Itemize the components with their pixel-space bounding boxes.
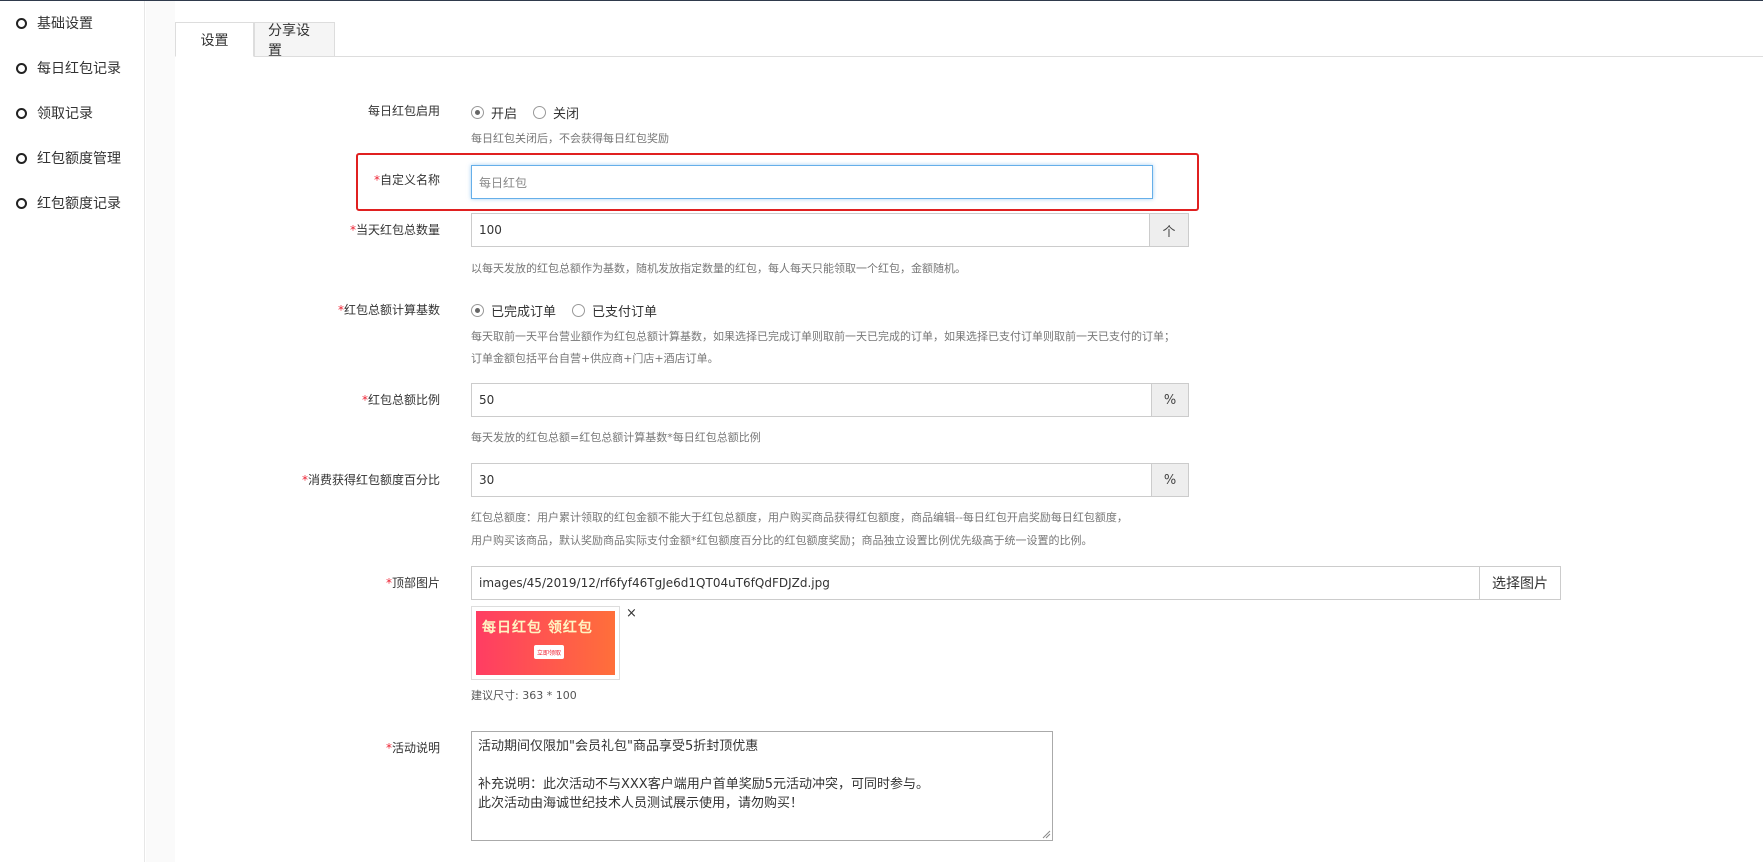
image-size-hint: 建议尺寸: 363 * 100 [471, 689, 577, 702]
consume-ratio-label: *消费获得红包额度百分比 [301, 473, 440, 487]
banner-text: 每日红包 领红包 [482, 620, 593, 636]
tabs-divider [175, 56, 1763, 57]
enable-off-label: 关闭 [553, 107, 580, 122]
top-image-label: *顶部图片 [385, 576, 440, 590]
total-count-input[interactable]: 100 [471, 213, 1150, 247]
tab-share-settings[interactable]: 分享设置 [254, 22, 335, 59]
consume-ratio-input[interactable]: 30 [471, 463, 1152, 497]
paid-order-label: 已支付订单 [592, 305, 658, 320]
consume-ratio-value: 30 [479, 473, 495, 487]
sidebar-item-label: 红包额度管理 [37, 151, 121, 167]
banner-image: 每日红包 领红包 立即领取 [476, 611, 615, 675]
tab-bar: 设置 分享设置 [175, 22, 335, 59]
enable-label: 每日红包启用 [367, 104, 440, 118]
total-count-help: 以每天发放的红包总额作为基数，随机发放指定数量的红包，每人每天只能领取一个红包，… [471, 262, 966, 275]
calc-base-help-1: 每天取前一天平台营业额作为红包总额计算基数，如果选择已完成订单则取前一天已完成的… [471, 330, 1175, 343]
custom-name-placeholder: 每日红包 [479, 175, 528, 190]
sidebar-item-quota-records[interactable]: 红包额度记录 [16, 192, 121, 214]
remove-image-icon[interactable]: × [626, 606, 637, 621]
calc-base-radio-group: 已完成订单 已支付订单 [471, 301, 673, 320]
top-image-thumbnail: 每日红包 领红包 立即领取 [471, 606, 620, 680]
sidebar-item-label: 红包额度记录 [37, 196, 121, 212]
circle-icon [16, 152, 27, 164]
circle-icon [16, 197, 27, 209]
description-label: *活动说明 [385, 741, 440, 755]
total-count-value: 100 [479, 223, 502, 237]
sidebar-item-basic-settings[interactable]: 基础设置 [16, 12, 93, 34]
ratio-input[interactable]: 50 [471, 383, 1152, 417]
custom-name-input[interactable]: 每日红包 [471, 165, 1153, 199]
consume-ratio-percent-addon: % [1151, 463, 1189, 497]
enable-radio-group: 开启 关闭 [471, 103, 595, 122]
banner-button: 立即领取 [534, 645, 564, 659]
ratio-value: 50 [479, 393, 495, 407]
completed-order-label: 已完成订单 [491, 305, 557, 320]
total-count-label: *当天红包总数量 [349, 223, 440, 237]
top-image-path-input[interactable]: images/45/2019/12/rf6fyf46TgJe6d1QT04uT6… [471, 566, 1480, 600]
enable-on-radio[interactable] [471, 106, 484, 119]
tab-settings[interactable]: 设置 [175, 22, 254, 57]
resize-handle-icon[interactable] [1042, 830, 1051, 839]
sidebar-item-label: 每日红包记录 [37, 61, 121, 77]
ratio-help: 每天发放的红包总额=红包总额计算基数*每日红包总额比例 [471, 431, 761, 444]
enable-on-label: 开启 [491, 107, 518, 122]
calc-base-label: *红包总额计算基数 [337, 303, 440, 317]
circle-icon [16, 17, 27, 29]
consume-ratio-help-2: 用户购买该商品，默认奖励商品实际支付金额*红包额度百分比的红包额度奖励；商品独立… [471, 534, 1093, 547]
circle-icon [16, 107, 27, 119]
sidebar-item-daily-records[interactable]: 每日红包记录 [16, 57, 121, 79]
consume-ratio-help-1: 红包总额度：用户累计领取的红包金额不能大于红包总额度，用户购买商品获得红包额度，… [471, 511, 1128, 524]
select-image-button[interactable]: 选择图片 [1479, 566, 1561, 600]
description-textarea[interactable]: 活动期间仅限加"会员礼包"商品享受5折封顶优惠 补充说明：此次活动不与XXX客户… [471, 731, 1053, 841]
circle-icon [16, 62, 27, 74]
top-image-path-value: images/45/2019/12/rf6fyf46TgJe6d1QT04uT6… [479, 576, 830, 590]
sidebar-item-claim-records[interactable]: 领取记录 [16, 102, 93, 124]
ratio-label: *红包总额比例 [361, 393, 440, 407]
paid-order-radio[interactable] [572, 304, 586, 317]
sidebar-item-label: 领取记录 [37, 106, 93, 122]
custom-name-label: *自定义名称 [373, 173, 440, 187]
sidebar: 基础设置 每日红包记录 领取记录 红包额度管理 红包额度记录 [0, 1, 145, 862]
sidebar-item-label: 基础设置 [37, 16, 93, 32]
sidebar-item-quota-management[interactable]: 红包额度管理 [16, 147, 121, 169]
calc-base-help-2: 订单金额包括平台自营+供应商+门店+酒店订单。 [471, 352, 719, 365]
completed-order-radio[interactable] [471, 304, 484, 317]
enable-off-radio[interactable] [533, 106, 547, 119]
enable-help: 每日红包关闭后，不会获得每日红包奖励 [471, 132, 669, 145]
total-count-unit: 个 [1149, 213, 1189, 247]
ratio-percent-addon: % [1151, 383, 1189, 417]
